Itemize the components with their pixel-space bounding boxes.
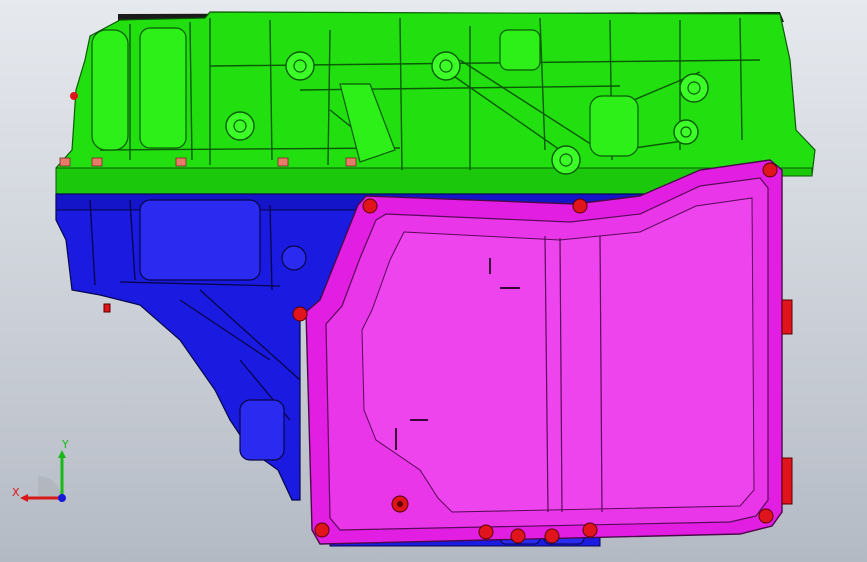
upper-housing[interactable] [55, 11, 816, 195]
triad-y-label: Y [61, 438, 69, 451]
triad-x-label: X [12, 486, 20, 499]
transmission-model[interactable] [0, 0, 867, 562]
oil-pan[interactable] [305, 159, 783, 545]
cad-viewport[interactable]: Y X [0, 0, 867, 562]
coordinate-triad-icon: Y X [12, 438, 69, 502]
